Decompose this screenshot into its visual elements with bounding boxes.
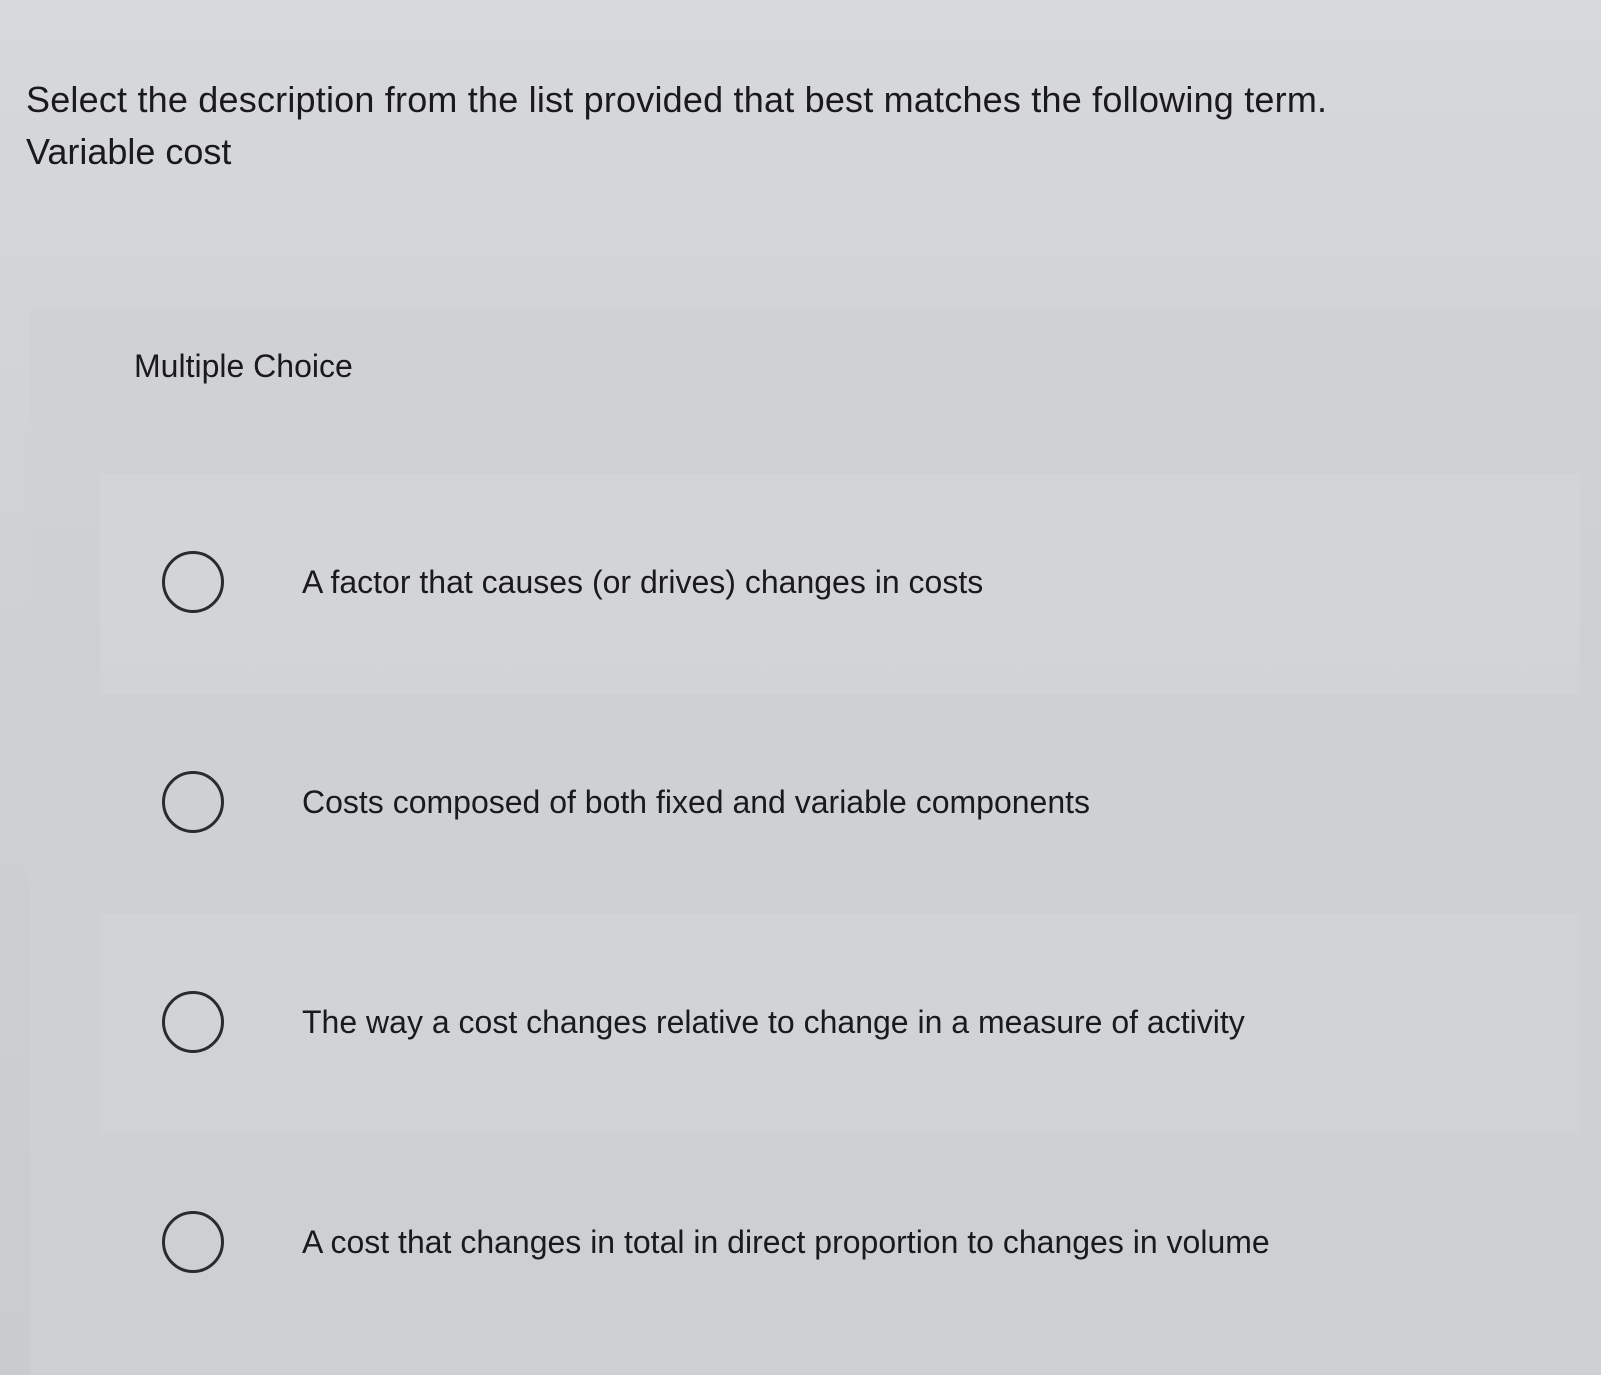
radio-button-icon[interactable]: [162, 771, 224, 833]
panel-label: Multiple Choice: [134, 348, 353, 384]
multiple-choice-panel: Multiple Choice A factor that causes (or…: [30, 308, 1601, 1375]
question-term: Variable cost: [26, 131, 232, 172]
option-2[interactable]: Costs composed of both fixed and variabl…: [100, 694, 1580, 914]
option-3[interactable]: The way a cost changes relative to chang…: [100, 914, 1580, 1134]
question-prompt: Select the description from the list pro…: [26, 79, 1328, 120]
option-4[interactable]: A cost that changes in total in direct p…: [100, 1134, 1580, 1354]
radio-button-icon[interactable]: [162, 991, 224, 1053]
option-1[interactable]: A factor that causes (or drives) changes…: [100, 474, 1580, 694]
radio-button-icon[interactable]: [162, 551, 224, 613]
options-list: A factor that causes (or drives) changes…: [100, 474, 1580, 1354]
option-text: The way a cost changes relative to chang…: [302, 1004, 1245, 1040]
option-text: Costs composed of both fixed and variabl…: [302, 784, 1091, 820]
radio-button-icon[interactable]: [162, 1211, 224, 1273]
option-text: A factor that causes (or drives) changes…: [302, 564, 984, 600]
option-text: A cost that changes in total in direct p…: [302, 1224, 1270, 1260]
question: Select the description from the list pro…: [26, 74, 1566, 178]
